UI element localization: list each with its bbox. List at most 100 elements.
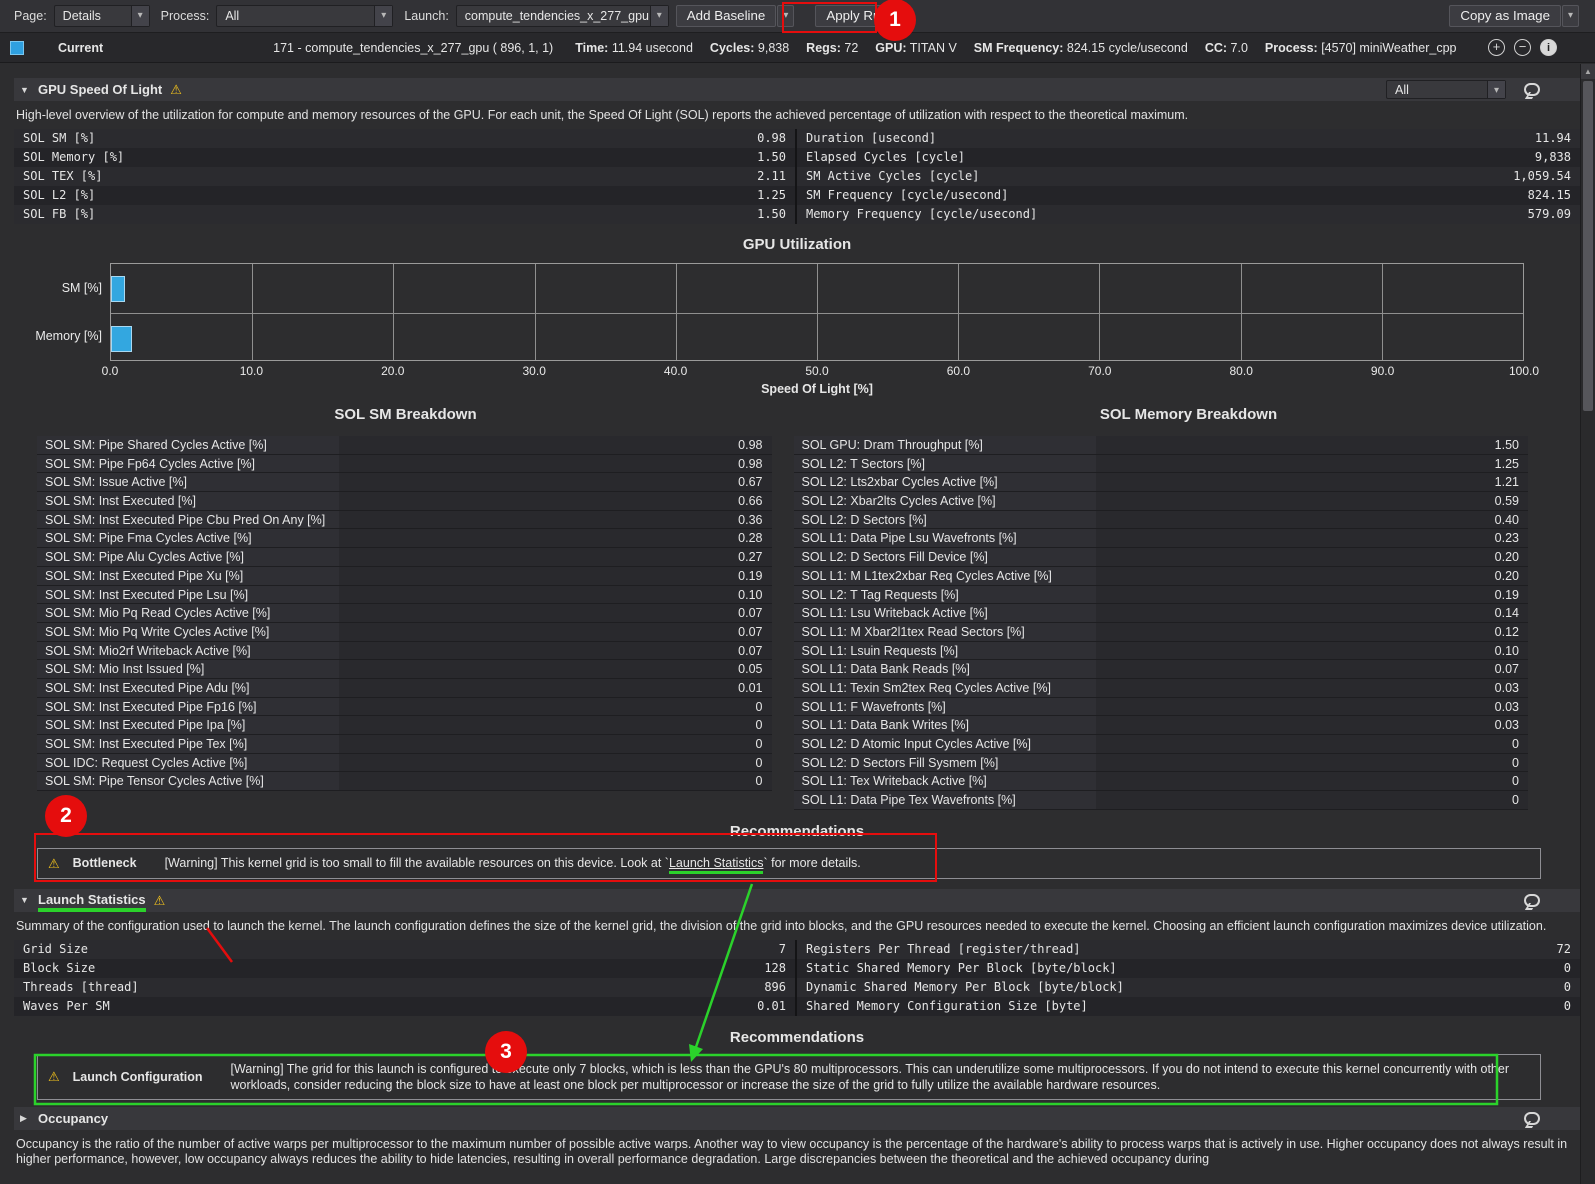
table-row: SOL L1: Tex Writeback Active [%]0 (794, 772, 1529, 791)
chevron-down-icon: ▾ (131, 6, 149, 26)
warning-icon: ⚠ (154, 894, 166, 907)
table-row: SOL L2: D Atomic Input Cycles Active [%]… (794, 735, 1529, 754)
table-row: SM Frequency [cycle/usecond]824.15 (797, 186, 1580, 205)
gridline (1241, 264, 1242, 360)
breakdown-tables: SOL SM: Pipe Shared Cycles Active [%]0.9… (14, 436, 1580, 810)
toolbar: Page: Details ▾ Process: All ▾ Launch: c… (0, 0, 1595, 33)
table-row: SOL SM: Mio2rf Writeback Active [%]0.07 (37, 642, 772, 661)
table-row: SOL SM [%]0.98 (14, 129, 795, 148)
comment-bubble-icon[interactable] (1524, 894, 1540, 907)
table-row: SM Active Cycles [cycle]1,059.54 (797, 167, 1580, 186)
table-row: SOL SM: Pipe Fma Cycles Active [%]0.28 (37, 529, 772, 548)
zoom-in-icon[interactable]: + (1488, 39, 1505, 56)
step-badge-2: 2 (45, 795, 87, 837)
launch-label: Launch: (404, 9, 448, 23)
table-row: SOL SM: Inst Executed Pipe Ipa [%]0 (37, 716, 772, 735)
sol-filter-dropdown[interactable]: All ▾ (1386, 80, 1506, 99)
scroll-up-arrow-icon[interactable]: ▲ (1581, 64, 1595, 79)
table-row: SOL Memory [%]1.50 (14, 148, 795, 167)
table-row: SOL L1: F Wavefronts [%]0.03 (794, 698, 1529, 717)
table-row: SOL SM: Mio Pq Write Cycles Active [%]0.… (37, 623, 772, 642)
info-icon[interactable]: i (1540, 39, 1557, 56)
status-metric: GPU: TITAN V (875, 41, 957, 55)
launch-dropdown[interactable]: compute_tendencies_x_277_gpu ▾ (456, 5, 669, 27)
table-row: Registers Per Thread [register/thread]72 (797, 940, 1580, 959)
table-row: Elapsed Cycles [cycle]9,838 (797, 148, 1580, 167)
comment-bubble-icon[interactable] (1524, 83, 1540, 96)
table-row: SOL SM: Inst Executed [%]0.66 (37, 492, 772, 511)
x-tick-label: 20.0 (381, 364, 404, 378)
table-row: SOL SM: Inst Executed Pipe Xu [%]0.19 (37, 567, 772, 586)
section-title: Occupancy (38, 1111, 108, 1126)
x-axis-title: Speed Of Light [%] (110, 382, 1524, 396)
status-metric: Regs: 72 (806, 41, 858, 55)
rule-name: Launch Configuration (73, 1070, 203, 1084)
section-header-gpu-speed-of-light[interactable]: ▼ GPU Speed Of Light ⚠ All ▾ (14, 78, 1580, 101)
comment-bubble-icon[interactable] (1524, 1112, 1540, 1125)
table-row: SOL L2: Lts2xbar Cycles Active [%]1.21 (794, 473, 1529, 492)
add-baseline-button[interactable]: Add Baseline (676, 5, 777, 27)
utilization-bar (111, 276, 125, 302)
launch-statistics-link[interactable]: Launch Statistics (669, 856, 764, 871)
process-dropdown[interactable]: All ▾ (216, 5, 393, 27)
table-row: SOL L1: Data Bank Reads [%]0.07 (794, 660, 1529, 679)
table-row: SOL L1: Lsuin Requests [%]0.10 (794, 642, 1529, 661)
x-axis-ticks: 0.010.020.030.040.050.060.070.080.090.01… (110, 364, 1524, 381)
bottleneck-recommendation: ⚠ Bottleneck [Warning] This kernel grid … (37, 848, 1541, 879)
chevron-down-icon: ▾ (650, 6, 668, 26)
table-row: SOL SM: Pipe Alu Cycles Active [%]0.27 (37, 548, 772, 567)
chart-title: GPU Utilization (14, 236, 1580, 253)
section-title: Launch Statistics (38, 892, 146, 908)
sol-summary-table: SOL SM [%]0.98 SOL Memory [%]1.50 SOL TE… (14, 129, 1580, 224)
x-tick-label: 0.0 (102, 364, 119, 378)
section-header-launch-statistics[interactable]: ▼ Launch Statistics ⚠ (14, 889, 1580, 912)
sol-summary-right: Duration [usecond]11.94 Elapsed Cycles [… (797, 129, 1580, 224)
x-tick-label: 80.0 (1230, 364, 1253, 378)
table-row: SOL L2: D Sectors [%]0.40 (794, 511, 1529, 530)
zoom-out-icon[interactable]: − (1514, 39, 1531, 56)
table-row: SOL L1: Data Pipe Tex Wavefronts [%]0 (794, 791, 1529, 810)
status-metric: Process: [4570] miniWeather_cpp (1265, 41, 1457, 55)
table-row: Threads [thread]896 (14, 978, 795, 997)
status-metric: SM Frequency: 824.15 cycle/usecond (974, 41, 1188, 55)
scrollbar-thumb[interactable] (1583, 81, 1593, 411)
table-row: SOL L2: Xbar2lts Cycles Active [%]0.59 (794, 492, 1529, 511)
rule-message: [Warning] The grid for this launch is co… (231, 1061, 1530, 1093)
gridline (1099, 264, 1100, 360)
table-row: SOL SM: Issue Active [%]0.67 (37, 473, 772, 492)
x-tick-label: 40.0 (664, 364, 687, 378)
table-row: Memory Frequency [cycle/usecond]579.09 (797, 205, 1580, 224)
process-label: Process: (161, 9, 210, 23)
section-title: GPU Speed Of Light (38, 82, 162, 97)
table-row: Grid Size7 (14, 940, 795, 959)
table-row: Dynamic Shared Memory Per Block [byte/bl… (797, 978, 1580, 997)
page-dropdown[interactable]: Details ▾ (54, 5, 150, 27)
table-row: SOL L1: Lsu Writeback Active [%]0.14 (794, 604, 1529, 623)
recommendations-title: Recommendations (14, 1029, 1580, 1046)
chevron-down-icon: ▾ (1487, 81, 1505, 98)
rule-name: Bottleneck (73, 856, 137, 870)
vertical-scrollbar[interactable]: ▲ (1580, 64, 1595, 1184)
table-row: SOL IDC: Request Cycles Active [%]0 (37, 754, 772, 773)
table-row: Shared Memory Configuration Size [byte]0 (797, 997, 1580, 1016)
table-row: SOL SM: Inst Executed Pipe Adu [%]0.01 (37, 679, 772, 698)
copy-as-image-button[interactable]: Copy as Image (1449, 5, 1561, 27)
utilization-bar (111, 326, 132, 352)
launch-configuration-recommendation: ⚠ Launch Configuration [Warning] The gri… (37, 1054, 1541, 1100)
warning-icon: ⚠ (170, 83, 182, 96)
gridline (535, 264, 536, 360)
add-baseline-dropdown-arrow[interactable]: ▾ (777, 5, 794, 27)
status-metric: CC: 7.0 (1205, 41, 1248, 55)
section-header-occupancy[interactable]: ▶ Occupancy (14, 1107, 1580, 1130)
table-row: SOL SM: Inst Executed Pipe Lsu [%]0.10 (37, 586, 772, 605)
table-row: SOL SM: Inst Executed Pipe Tex [%]0 (37, 735, 772, 754)
current-color-swatch (10, 41, 24, 55)
chart-plot: SM [%] Memory [%] (110, 263, 1524, 361)
x-tick-label: 50.0 (805, 364, 828, 378)
x-tick-label: 10.0 (240, 364, 263, 378)
occupancy-description: Occupancy is the ratio of the number of … (16, 1137, 1576, 1167)
table-row: SOL L2: D Sectors Fill Device [%]0.20 (794, 548, 1529, 567)
table-row: SOL L1: Texin Sm2tex Req Cycles Active [… (794, 679, 1529, 698)
table-row: SOL L1: Data Bank Writes [%]0.03 (794, 716, 1529, 735)
copy-as-image-dropdown-arrow[interactable]: ▾ (1562, 5, 1579, 27)
